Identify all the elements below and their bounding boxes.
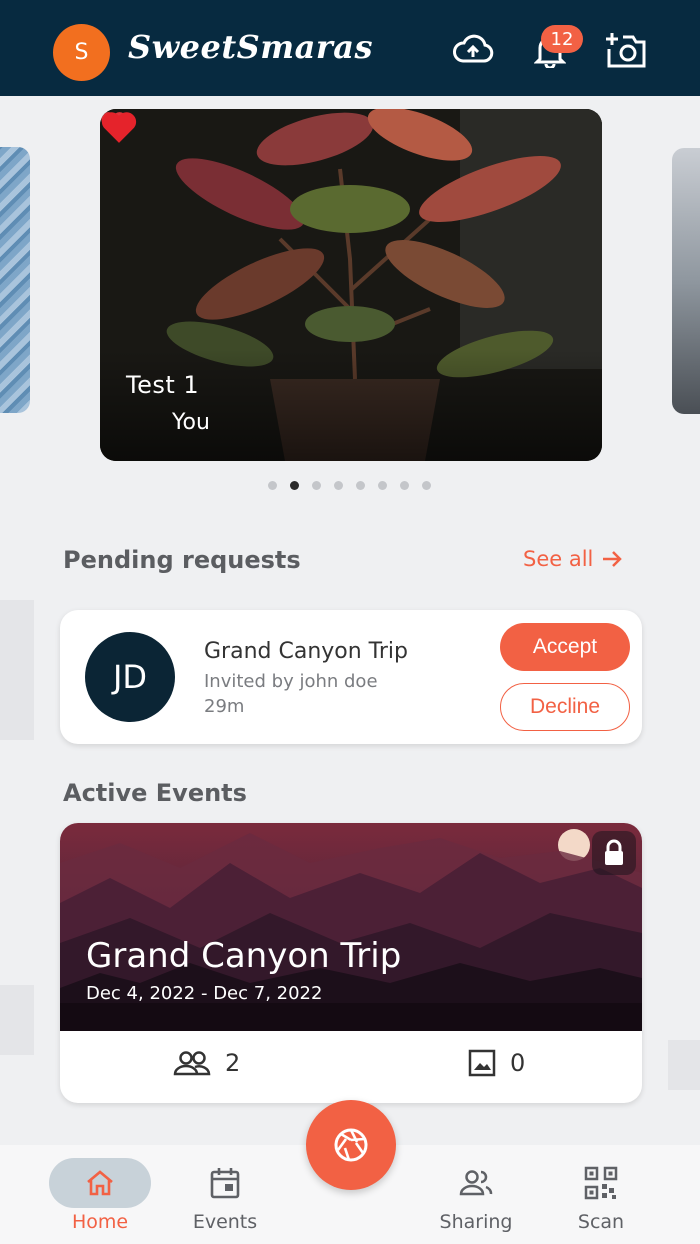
lock-icon bbox=[592, 831, 636, 875]
event-title: Grand Canyon Trip bbox=[86, 936, 402, 976]
carousel-pagination bbox=[268, 481, 431, 490]
event-dates: Dec 4, 2022 - Dec 7, 2022 bbox=[86, 983, 323, 1004]
nav-home[interactable]: Home bbox=[45, 1155, 155, 1233]
nav-home-label: Home bbox=[71, 1211, 129, 1233]
carousel-dot[interactable] bbox=[400, 481, 409, 490]
home-icon bbox=[49, 1158, 151, 1208]
members-count: 2 bbox=[225, 1049, 241, 1077]
people-share-icon bbox=[458, 1155, 494, 1211]
qr-code-icon bbox=[584, 1155, 618, 1211]
carousel-next-card[interactable] bbox=[672, 148, 700, 414]
request-event-title: Grand Canyon Trip bbox=[204, 639, 409, 664]
request-invited-by: Invited by john doe bbox=[204, 671, 378, 692]
notification-badge: 12 bbox=[541, 25, 583, 53]
nav-scan-label: Scan bbox=[577, 1211, 625, 1233]
carousel-dot[interactable] bbox=[422, 481, 431, 490]
carousel-dot-active[interactable] bbox=[290, 481, 299, 490]
profile-avatar[interactable]: S bbox=[53, 24, 110, 81]
next-event-card bbox=[668, 1040, 700, 1090]
nav-events[interactable]: Events bbox=[170, 1155, 280, 1233]
carousel-dot[interactable] bbox=[378, 481, 387, 490]
people-icon bbox=[173, 1051, 211, 1076]
photos-count: 0 bbox=[510, 1049, 526, 1077]
camera-shutter-icon bbox=[334, 1128, 368, 1162]
nav-scan[interactable]: Scan bbox=[546, 1155, 656, 1233]
cloud-upload-icon[interactable] bbox=[451, 30, 495, 70]
like-heart-icon[interactable] bbox=[100, 109, 138, 145]
carousel-dot[interactable] bbox=[268, 481, 277, 490]
camera-capture-button[interactable] bbox=[306, 1100, 396, 1190]
prev-event-card bbox=[0, 985, 34, 1055]
carousel-dot[interactable] bbox=[312, 481, 321, 490]
top-app-bar: S SweetSmaras 12 bbox=[0, 0, 700, 96]
request-time: 29m bbox=[204, 696, 245, 717]
carousel-card[interactable]: Test 1 You bbox=[100, 109, 602, 461]
carousel-dot[interactable] bbox=[334, 481, 343, 490]
decline-button[interactable]: Decline bbox=[500, 683, 630, 731]
arrow-right-icon bbox=[603, 551, 623, 567]
memory-title: Test 1 bbox=[126, 371, 200, 399]
members-stat: 2 bbox=[173, 1049, 240, 1077]
nav-sharing-label: Sharing bbox=[439, 1211, 513, 1233]
image-icon bbox=[468, 1049, 496, 1077]
inviter-avatar: JD bbox=[85, 632, 175, 722]
memory-owner: You bbox=[172, 410, 210, 435]
calendar-icon bbox=[210, 1155, 240, 1211]
prev-request-card bbox=[0, 600, 34, 740]
see-all-link[interactable]: See all bbox=[523, 547, 623, 571]
event-card[interactable]: Grand Canyon Trip Dec 4, 2022 - Dec 7, 2… bbox=[60, 823, 642, 1103]
carousel-dot[interactable] bbox=[356, 481, 365, 490]
accept-button[interactable]: Accept bbox=[500, 623, 630, 671]
photos-stat: 0 bbox=[468, 1049, 525, 1077]
carousel-prev-card[interactable] bbox=[0, 147, 30, 413]
pending-requests-title: Pending requests bbox=[63, 546, 301, 574]
app-brand-title: SweetSmaras bbox=[128, 28, 373, 66]
pending-request-card: JD Grand Canyon Trip Invited by john doe… bbox=[60, 610, 642, 744]
nav-events-label: Events bbox=[192, 1211, 258, 1233]
active-events-title: Active Events bbox=[63, 779, 247, 807]
plant-photo bbox=[100, 109, 602, 461]
see-all-label: See all bbox=[523, 547, 594, 571]
nav-sharing[interactable]: Sharing bbox=[421, 1155, 531, 1233]
add-photo-icon[interactable] bbox=[604, 30, 648, 70]
